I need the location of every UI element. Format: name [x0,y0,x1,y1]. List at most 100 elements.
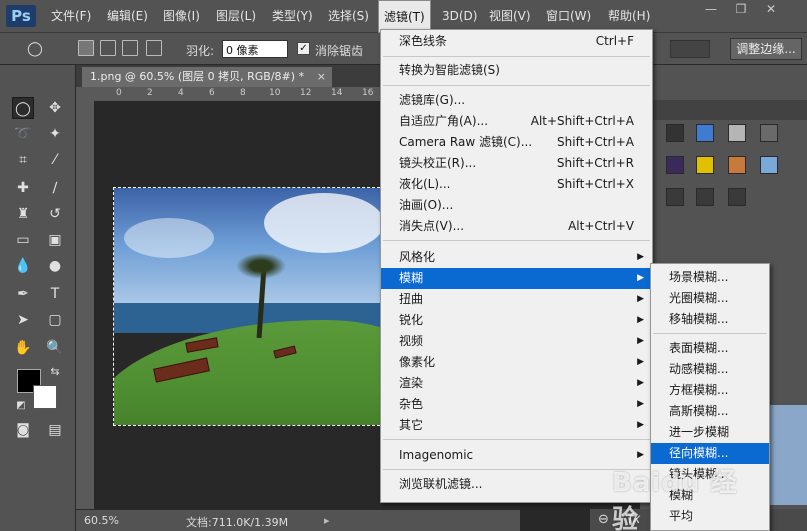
blur-field[interactable]: 场景模糊... [651,267,769,288]
filter-last-used[interactable]: 深色线条 Ctrl+F [381,31,652,52]
filter-render[interactable]: 渲染 ▶ [381,373,652,394]
filter-camera-raw[interactable]: Camera Raw 滤镜(C)... Shift+Ctrl+A [381,132,652,153]
menu-separator [383,85,650,86]
filter-imagenomic[interactable]: Imagenomic ▶ [381,445,652,466]
lasso-icon[interactable]: ➰ [12,123,34,145]
style-swatch[interactable] [696,188,714,206]
close-icon[interactable]: ✕ [760,2,782,18]
crop-icon[interactable]: ⌗ [12,149,34,171]
blur-blur[interactable]: 模糊 [651,485,769,506]
filter-lens-correction[interactable]: 镜头校正(R)... Shift+Ctrl+R [381,153,652,174]
restore-icon[interactable]: ❐ [730,2,752,18]
blur-tilt-shift[interactable]: 移轴模糊... [651,309,769,330]
subtract-selection-icon[interactable] [122,40,138,56]
style-swatch[interactable] [728,156,746,174]
layers-panel-selected-layer[interactable] [770,405,807,505]
feather-input[interactable]: 0 像素 [222,40,288,58]
blur-box[interactable]: 方框模糊... [651,380,769,401]
pen-icon[interactable]: ✒ [12,283,34,305]
zoom-level[interactable]: 60.5% [84,514,119,527]
panel-tab-strip [640,100,807,120]
photo-cloud [264,193,384,253]
clone-stamp-icon[interactable]: ♜ [12,203,34,225]
style-swatch[interactable] [728,188,746,206]
blur-motion[interactable]: 动感模糊... [651,359,769,380]
menu-file[interactable]: 文件(F) [46,0,96,33]
path-select-icon[interactable]: ➤ [12,309,34,331]
new-selection-icon[interactable] [78,40,94,56]
style-swatch[interactable] [728,124,746,142]
style-swatch[interactable] [760,156,778,174]
hand-icon[interactable]: ✋ [12,337,34,359]
menu-type[interactable]: 类型(Y) [267,0,318,33]
antialias-checkbox[interactable]: ✓ [297,42,310,55]
blur-icon[interactable]: 💧 [12,255,34,277]
gradient-icon[interactable]: ▣ [44,229,66,251]
type-icon[interactable]: T [44,283,66,305]
filter-stylize[interactable]: 风格化 ▶ [381,247,652,268]
move-icon[interactable]: ✥ [44,97,66,119]
filter-browse-online[interactable]: 浏览联机滤镜... [381,474,652,495]
document-tab[interactable]: 1.png @ 60.5% (图层 0 拷贝, RGB/8#) * × [82,67,332,87]
ruler-tick: 2 [147,88,153,98]
refine-edge-button[interactable]: 调整边缘... [730,38,802,60]
menu-image[interactable]: 图像(I) [158,0,205,33]
blur-iris[interactable]: 光圈模糊... [651,288,769,309]
style-swatch[interactable] [696,124,714,142]
filter-noise[interactable]: 杂色 ▶ [381,394,652,415]
blur-average[interactable]: 平均 [651,506,769,527]
menu-separator [383,56,650,57]
quick-mask-icon[interactable]: ◙ [12,419,34,441]
height-field[interactable] [670,40,710,58]
menu-edit[interactable]: 编辑(E) [102,0,153,33]
filter-oil-paint[interactable]: 油画(O)... [381,195,652,216]
filter-gallery[interactable]: 滤镜库(G)... [381,90,652,111]
default-colors-icon[interactable]: ◩ [10,395,32,417]
eyedropper-icon[interactable]: ⁄ [44,149,66,171]
history-brush-icon[interactable]: ↺ [44,203,66,225]
healing-brush-icon[interactable]: ✚ [12,177,34,199]
magic-wand-icon[interactable]: ✦ [44,123,66,145]
blur-radial[interactable]: 径向模糊... [651,443,769,464]
filter-pixelate[interactable]: 像素化 ▶ [381,352,652,373]
link-layers-icon[interactable]: ⊖ [598,512,609,527]
blur-gaussian[interactable]: 高斯模糊... [651,401,769,422]
filter-video[interactable]: 视频 ▶ [381,331,652,352]
tab-close-icon[interactable]: × [317,67,326,87]
dodge-icon[interactable]: ● [44,255,66,277]
filter-distort[interactable]: 扭曲 ▶ [381,289,652,310]
style-swatch[interactable] [666,188,684,206]
menu-layer[interactable]: 图层(L) [211,0,261,33]
minimize-icon[interactable]: — [700,2,722,18]
shape-icon[interactable]: ▢ [44,309,66,331]
swap-colors-icon[interactable]: ⇆ [44,361,66,383]
canvas-image-selection[interactable] [113,187,385,426]
add-selection-icon[interactable] [100,40,116,56]
filter-liquify[interactable]: 液化(L)... Shift+Ctrl+X [381,174,652,195]
filter-convert-smart[interactable]: 转换为智能滤镜(S) [381,60,652,81]
style-swatch[interactable] [760,124,778,142]
filter-sharpen[interactable]: 锐化 ▶ [381,310,652,331]
eraser-icon[interactable]: ▭ [12,229,34,251]
brush-icon[interactable]: ∕ [44,177,66,199]
blur-surface[interactable]: 表面模糊... [651,338,769,359]
marquee-icon[interactable]: ◯ [12,97,34,119]
elliptical-marquee-preset-icon[interactable]: ◯ [24,38,46,60]
intersect-selection-icon[interactable] [146,40,162,56]
filter-blur[interactable]: 模糊 ▶ [381,268,652,289]
filter-menu: 深色线条 Ctrl+F 转换为智能滤镜(S) 滤镜库(G)... 自适应广角(A)… [380,29,653,503]
zoom-icon[interactable]: 🔍 [44,337,66,359]
status-menu-arrow-icon[interactable]: ▸ [324,514,330,527]
menu-select[interactable]: 选择(S) [323,0,374,33]
layer-effects-icon[interactable]: fx [628,512,640,527]
style-swatch[interactable] [696,156,714,174]
filter-other[interactable]: 其它 ▶ [381,415,652,436]
filter-vanishing-point[interactable]: 消失点(V)... Alt+Ctrl+V [381,216,652,237]
background-color-swatch[interactable] [33,385,57,409]
style-swatch[interactable] [666,156,684,174]
blur-lens[interactable]: 镜头模糊... [651,464,769,485]
filter-adaptive-wide-angle[interactable]: 自适应广角(A)... Alt+Shift+Ctrl+A [381,111,652,132]
style-swatch[interactable] [666,124,684,142]
blur-more[interactable]: 进一步模糊 [651,422,769,443]
screen-mode-icon[interactable]: ▤ [44,419,66,441]
